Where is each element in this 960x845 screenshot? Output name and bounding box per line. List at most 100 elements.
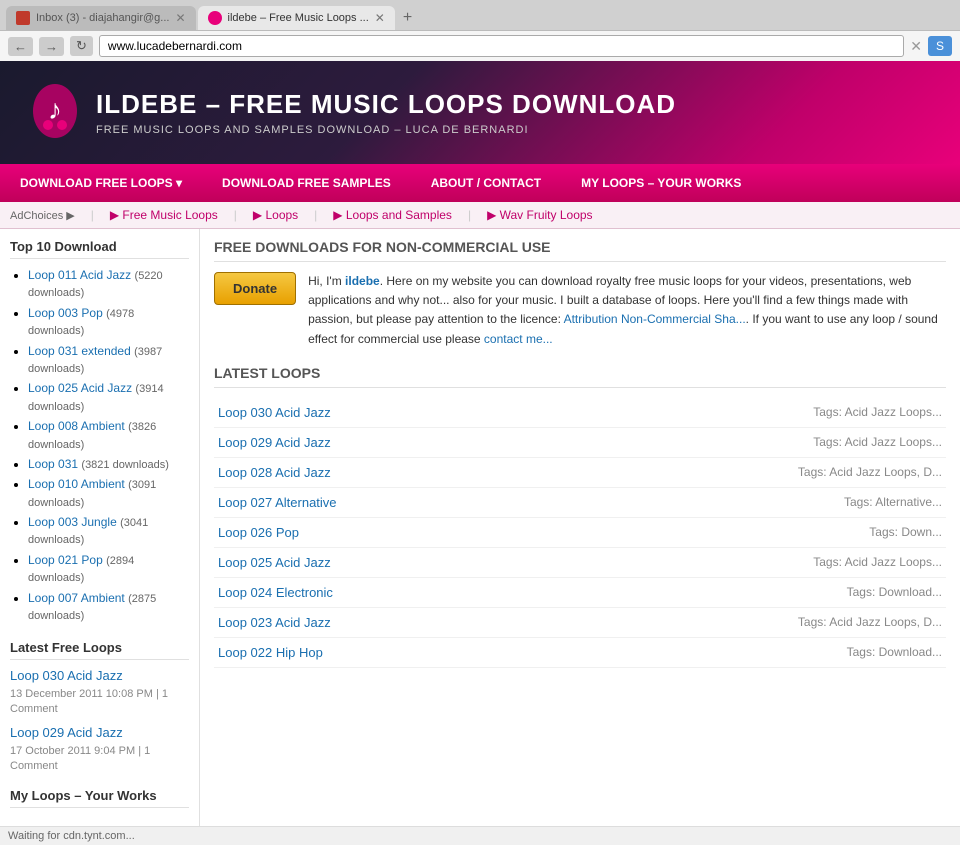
table-row: Loop 025 Acid Jazz Tags: Acid Jazz Loops… (214, 547, 946, 577)
header-text: ILDEBE – FREE MUSIC LOOPS DOWNLOAD FREE … (96, 89, 676, 136)
loop-tags-cell: Tags: Download... (546, 637, 946, 667)
nav-about[interactable]: ABOUT / CONTACT (411, 164, 561, 202)
intro-block: Donate Hi, I'm ildebe. Here on my websit… (214, 272, 946, 349)
table-row: Loop 027 Alternative Tags: Alternative..… (214, 487, 946, 517)
back-button[interactable]: ← (8, 37, 33, 56)
top10-section: Top 10 Download Loop 011 Acid Jazz (5220… (10, 239, 189, 624)
loop-name-cell: Loop 028 Acid Jazz (214, 457, 546, 487)
loop-link-3[interactable]: Loop 027 Alternative (218, 495, 337, 510)
nav-download-loops[interactable]: DOWNLOAD FREE LOOPS ▾ (0, 164, 202, 202)
loop-link-2[interactable]: Loop 028 Acid Jazz (218, 465, 331, 480)
list-item: Loop 011 Acid Jazz (5220 downloads) (28, 267, 189, 302)
loop-link-5[interactable]: Loop 025 Acid Jazz (218, 555, 331, 570)
tab-gmail-title: Inbox (3) - diajahangir@g... (36, 12, 169, 24)
tab-bar: Inbox (3) - diajahangir@g... ✕ ildebe – … (0, 0, 960, 30)
loop-link-4[interactable]: Loop 026 Pop (218, 525, 299, 540)
loop-030-sidebar-link[interactable]: Loop 030 Acid Jazz (10, 668, 189, 683)
loop-029-sidebar-link[interactable]: Loop 029 Acid Jazz (10, 725, 189, 740)
ildebe-link[interactable]: ildebe (345, 274, 380, 288)
latest-free-loops-heading: Latest Free Loops (10, 640, 189, 660)
loop-tags-cell: Tags: Alternative... (546, 487, 946, 517)
loop-link-7[interactable]: Loop 023 Acid Jazz (218, 615, 331, 630)
my-loops-heading: My Loops – Your Works (10, 788, 189, 808)
loop-031-link[interactable]: Loop 031 (28, 457, 78, 471)
main-content: Top 10 Download Loop 011 Acid Jazz (5220… (0, 229, 960, 826)
loop-name-cell: Loop 026 Pop (214, 517, 546, 547)
list-item: Loop 010 Ambient (3091 downloads) (28, 476, 189, 511)
list-item: Loop 003 Pop (4978 downloads) (28, 305, 189, 340)
table-row: Loop 026 Pop Tags: Down... (214, 517, 946, 547)
svg-text:♪: ♪ (48, 94, 62, 125)
loop-link-1[interactable]: Loop 029 Acid Jazz (218, 435, 331, 450)
search-button[interactable]: S (928, 36, 952, 56)
logo-svg: ♪ (30, 81, 80, 141)
new-tab-button[interactable]: + (397, 9, 418, 27)
loop-010-link[interactable]: Loop 010 Ambient (28, 477, 125, 491)
table-row: Loop 023 Acid Jazz Tags: Acid Jazz Loops… (214, 607, 946, 637)
loop-tags-cell: Tags: Acid Jazz Loops... (546, 547, 946, 577)
loop-tags-cell: Tags: Down... (546, 517, 946, 547)
table-row: Loop 030 Acid Jazz Tags: Acid Jazz Loops… (214, 398, 946, 428)
list-item: Loop 031 (3821 downloads) (28, 456, 189, 473)
list-item: Loop 030 Acid Jazz 13 December 2011 10:0… (10, 668, 189, 715)
loop-003-jungle-link[interactable]: Loop 003 Jungle (28, 515, 117, 529)
loop-name-cell: Loop 027 Alternative (214, 487, 546, 517)
nav-my-loops[interactable]: MY LOOPS – YOUR WORKS (561, 164, 761, 202)
contact-link[interactable]: contact me... (484, 332, 553, 346)
loop-008-link[interactable]: Loop 008 Ambient (28, 419, 125, 433)
status-text: Waiting for cdn.tynt.com... (8, 830, 135, 842)
loop-name-cell: Loop 030 Acid Jazz (214, 398, 546, 428)
top10-heading: Top 10 Download (10, 239, 189, 259)
loop-name-cell: Loop 023 Acid Jazz (214, 607, 546, 637)
list-item: Loop 008 Ambient (3826 downloads) (28, 418, 189, 453)
site-subtitle: FREE MUSIC LOOPS AND SAMPLES DOWNLOAD – … (96, 124, 676, 136)
loops-table: Loop 030 Acid Jazz Tags: Acid Jazz Loops… (214, 398, 946, 668)
table-row: Loop 024 Electronic Tags: Download... (214, 577, 946, 607)
donate-button[interactable]: Donate (214, 272, 296, 305)
tab-ildebe-title: ildebe – Free Music Loops ... (228, 12, 369, 24)
loop-tags-cell: Tags: Acid Jazz Loops, D... (546, 607, 946, 637)
sec-nav-wav-fruity[interactable]: ▶ Wav Fruity Loops (487, 208, 592, 222)
sec-nav-loops-samples[interactable]: ▶ Loops and Samples (333, 208, 452, 222)
tab-ildebe[interactable]: ildebe – Free Music Loops ... ✕ (198, 6, 395, 30)
tab-gmail-close[interactable]: ✕ (175, 11, 185, 25)
loop-link-8[interactable]: Loop 022 Hip Hop (218, 645, 323, 660)
loop-030-meta: 13 December 2011 10:08 PM | 1 Comment (10, 688, 168, 715)
ssl-close-icon: ✕ (910, 38, 922, 55)
loop-tags-cell: Tags: Download... (546, 577, 946, 607)
address-input[interactable] (99, 35, 904, 57)
attribution-link[interactable]: Attribution Non-Commercial Sha... (564, 312, 746, 326)
loop-003-pop-link[interactable]: Loop 003 Pop (28, 306, 103, 320)
reload-button[interactable]: ↻ (70, 36, 93, 56)
loop-029-meta: 17 October 2011 9:04 PM | 1 Comment (10, 745, 150, 772)
sec-nav-free-music-loops[interactable]: ▶ Free Music Loops (110, 208, 218, 222)
loop-name-cell: Loop 025 Acid Jazz (214, 547, 546, 577)
right-content: FREE DOWNLOADS FOR NON-COMMERCIAL USE Do… (200, 229, 960, 826)
loop-link-0[interactable]: Loop 030 Acid Jazz (218, 405, 331, 420)
latest-free-loops-section: Latest Free Loops Loop 030 Acid Jazz 13 … (10, 640, 189, 772)
loop-name-cell: Loop 022 Hip Hop (214, 637, 546, 667)
loop-025-link[interactable]: Loop 025 Acid Jazz (28, 381, 132, 395)
main-nav: DOWNLOAD FREE LOOPS ▾ DOWNLOAD FREE SAMP… (0, 164, 960, 202)
loop-011-link[interactable]: Loop 011 Acid Jazz (28, 268, 131, 282)
loop-031-ext-link[interactable]: Loop 031 extended (28, 344, 131, 358)
tab-gmail[interactable]: Inbox (3) - diajahangir@g... ✕ (6, 6, 196, 30)
forward-button[interactable]: → (39, 37, 64, 56)
intro-text-1: Hi, I'm (308, 274, 345, 288)
count-5: (3821 downloads) (81, 459, 168, 471)
table-row: Loop 022 Hip Hop Tags: Download... (214, 637, 946, 667)
tab-ildebe-close[interactable]: ✕ (375, 11, 385, 25)
intro-text: Hi, I'm ildebe. Here on my website you c… (308, 272, 946, 349)
loop-007-link[interactable]: Loop 007 Ambient (28, 591, 125, 605)
browser-chrome: Inbox (3) - diajahangir@g... ✕ ildebe – … (0, 0, 960, 61)
loop-link-6[interactable]: Loop 024 Electronic (218, 585, 333, 600)
loop-tags-cell: Tags: Acid Jazz Loops... (546, 427, 946, 457)
nav-download-samples[interactable]: DOWNLOAD FREE SAMPLES (202, 164, 411, 202)
loop-021-link[interactable]: Loop 021 Pop (28, 553, 103, 567)
sec-nav-loops[interactable]: ▶ Loops (253, 208, 298, 222)
list-item: Loop 031 extended (3987 downloads) (28, 343, 189, 378)
loop-tags-cell: Tags: Acid Jazz Loops... (546, 398, 946, 428)
site-header: ♪ ILDEBE – FREE MUSIC LOOPS DOWNLOAD FRE… (0, 61, 960, 164)
sidebar: Top 10 Download Loop 011 Acid Jazz (5220… (0, 229, 200, 826)
adchoices: AdChoices ▶ (10, 209, 75, 222)
